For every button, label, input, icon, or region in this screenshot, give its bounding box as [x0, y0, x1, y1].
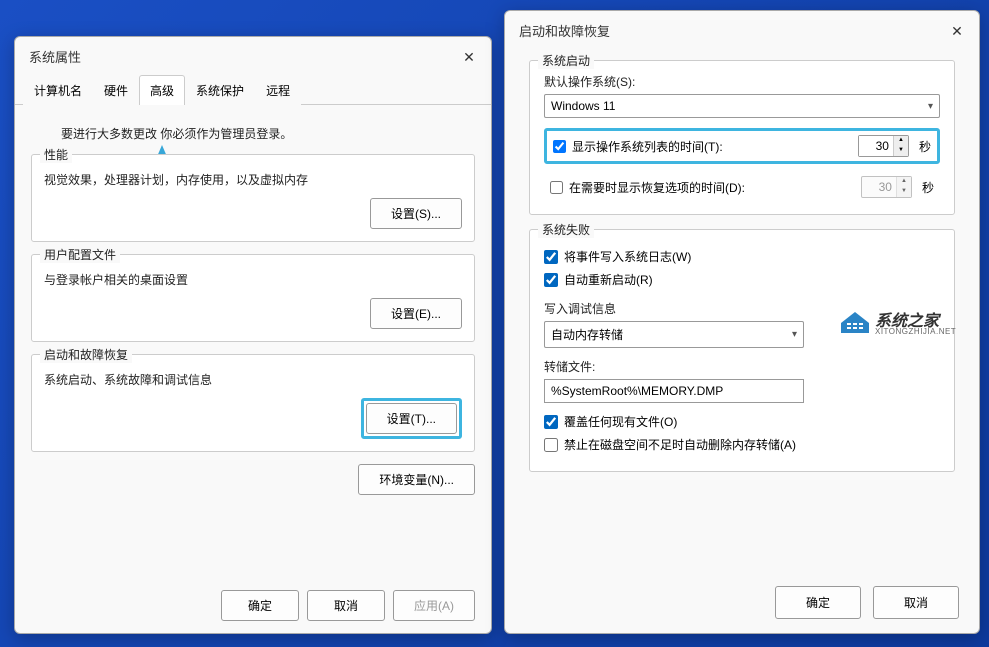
userprofile-settings-button[interactable]: 设置(E)...: [370, 298, 462, 329]
performance-group: 性能 视觉效果，处理器计划，内存使用，以及虚拟内存 设置(S)...: [31, 154, 475, 242]
debug-info-value: 自动内存转储: [551, 326, 623, 343]
group-title-userprofile: 用户配置文件: [40, 246, 120, 263]
cancel-button[interactable]: 取消: [307, 590, 385, 621]
system-startup-group: 系统启动 默认操作系统(S): Windows 11 ▾ 显示操作系统列表的时间…: [529, 60, 955, 215]
debug-info-label: 写入调试信息: [544, 300, 940, 317]
dialog-content: 要进行大多数更改 你必须作为管理员登录。 性能 视觉效果，处理器计划，内存使用，…: [15, 105, 491, 507]
seconds-unit: 秒: [922, 179, 934, 196]
dump-file-input[interactable]: [544, 379, 804, 403]
overwrite-label: 覆盖任何现有文件(O): [564, 413, 677, 430]
close-icon[interactable]: ✕: [461, 49, 477, 65]
spinner-down-icon[interactable]: ▼: [894, 146, 908, 156]
show-os-list-label: 显示操作系统列表的时间(T):: [572, 138, 852, 155]
userprofile-desc: 与登录帐户相关的桌面设置: [44, 271, 462, 288]
show-recovery-checkbox[interactable]: [550, 181, 563, 194]
chevron-down-icon: ▾: [792, 329, 797, 340]
spinner-down-icon: ▼: [897, 187, 911, 197]
cancel-button[interactable]: 取消: [873, 586, 959, 619]
titlebar: 启动和故障恢复 ✕: [505, 11, 979, 48]
startup-desc: 系统启动、系统故障和调试信息: [44, 371, 462, 388]
performance-desc: 视觉效果，处理器计划，内存使用，以及虚拟内存: [44, 171, 462, 188]
write-event-checkbox[interactable]: [544, 250, 558, 264]
group-title-system-startup: 系统启动: [538, 52, 594, 69]
group-title-startup: 启动和故障恢复: [40, 346, 132, 363]
auto-restart-label: 自动重新启动(R): [564, 271, 653, 288]
admin-note: 要进行大多数更改 你必须作为管理员登录。: [61, 125, 475, 142]
close-icon[interactable]: ✕: [949, 23, 965, 39]
overwrite-checkbox[interactable]: [544, 415, 558, 429]
default-os-select[interactable]: Windows 11 ▾: [544, 94, 940, 118]
show-recovery-value: [862, 177, 896, 197]
highlight-show-os-list: 显示操作系统列表的时间(T): ▲▼ 秒: [544, 128, 940, 164]
debug-info-select[interactable]: 自动内存转储 ▾: [544, 321, 804, 348]
show-os-list-checkbox[interactable]: [553, 140, 566, 153]
default-os-value: Windows 11: [551, 99, 615, 113]
show-os-list-spinner[interactable]: ▲▼: [858, 135, 909, 157]
tab-advanced[interactable]: 高级: [139, 75, 185, 105]
dialog-title: 系统属性: [29, 47, 81, 66]
performance-settings-button[interactable]: 设置(S)...: [370, 198, 462, 229]
write-event-label: 将事件写入系统日志(W): [564, 248, 691, 265]
disable-lowdisk-label: 禁止在磁盘空间不足时自动删除内存转储(A): [564, 436, 796, 453]
tab-remote[interactable]: 远程: [255, 75, 301, 105]
admin-note-right: 你必须作为管理员登录。: [160, 127, 292, 141]
group-title-performance: 性能: [40, 146, 72, 163]
group-title-system-failure: 系统失败: [538, 221, 594, 238]
ok-button[interactable]: 确定: [775, 586, 861, 619]
admin-note-left: 要进行大多数更改: [61, 127, 157, 141]
userprofile-group: 用户配置文件 与登录帐户相关的桌面设置 设置(E)...: [31, 254, 475, 342]
show-recovery-spinner: ▲▼: [861, 176, 912, 198]
spinner-up-icon: ▲: [897, 177, 911, 187]
tab-system-protection[interactable]: 系统保护: [185, 75, 255, 105]
auto-restart-checkbox[interactable]: [544, 273, 558, 287]
tab-computer-name[interactable]: 计算机名: [23, 75, 93, 105]
titlebar: 系统属性 ✕: [15, 37, 491, 74]
spinner-up-icon[interactable]: ▲: [894, 136, 908, 146]
dialog-title: 启动和故障恢复: [519, 21, 610, 40]
dialog-footer: 确定 取消: [775, 586, 959, 619]
startup-recovery-dialog: 启动和故障恢复 ✕ 系统启动 默认操作系统(S): Windows 11 ▾ 显…: [504, 10, 980, 634]
default-os-label: 默认操作系统(S):: [544, 73, 940, 90]
disable-lowdisk-checkbox[interactable]: [544, 438, 558, 452]
chevron-down-icon: ▾: [928, 101, 933, 112]
ok-button[interactable]: 确定: [221, 590, 299, 621]
tab-bar: 计算机名 硬件 高级 系统保护 远程: [15, 74, 491, 105]
startup-recovery-group: 启动和故障恢复 系统启动、系统故障和调试信息 设置(T)...: [31, 354, 475, 452]
environment-variables-button[interactable]: 环境变量(N)...: [358, 464, 475, 495]
system-properties-dialog: 系统属性 ✕ 计算机名 硬件 高级 系统保护 远程 要进行大多数更改 你必须作为…: [14, 36, 492, 634]
system-failure-group: 系统失败 将事件写入系统日志(W) 自动重新启动(R) 写入调试信息 自动内存转…: [529, 229, 955, 472]
tab-hardware[interactable]: 硬件: [93, 75, 139, 105]
startup-settings-button[interactable]: 设置(T)...: [366, 403, 457, 434]
dump-file-label: 转储文件:: [544, 358, 940, 375]
dialog-footer: 确定 取消 应用(A): [221, 590, 475, 621]
show-recovery-label: 在需要时显示恢复选项的时间(D):: [569, 179, 855, 196]
apply-button[interactable]: 应用(A): [393, 590, 475, 621]
dialog-content: 系统启动 默认操作系统(S): Windows 11 ▾ 显示操作系统列表的时间…: [505, 48, 979, 498]
highlight-startup-settings: 设置(T)...: [361, 398, 462, 439]
seconds-unit: 秒: [919, 138, 931, 155]
show-os-list-value[interactable]: [859, 136, 893, 156]
